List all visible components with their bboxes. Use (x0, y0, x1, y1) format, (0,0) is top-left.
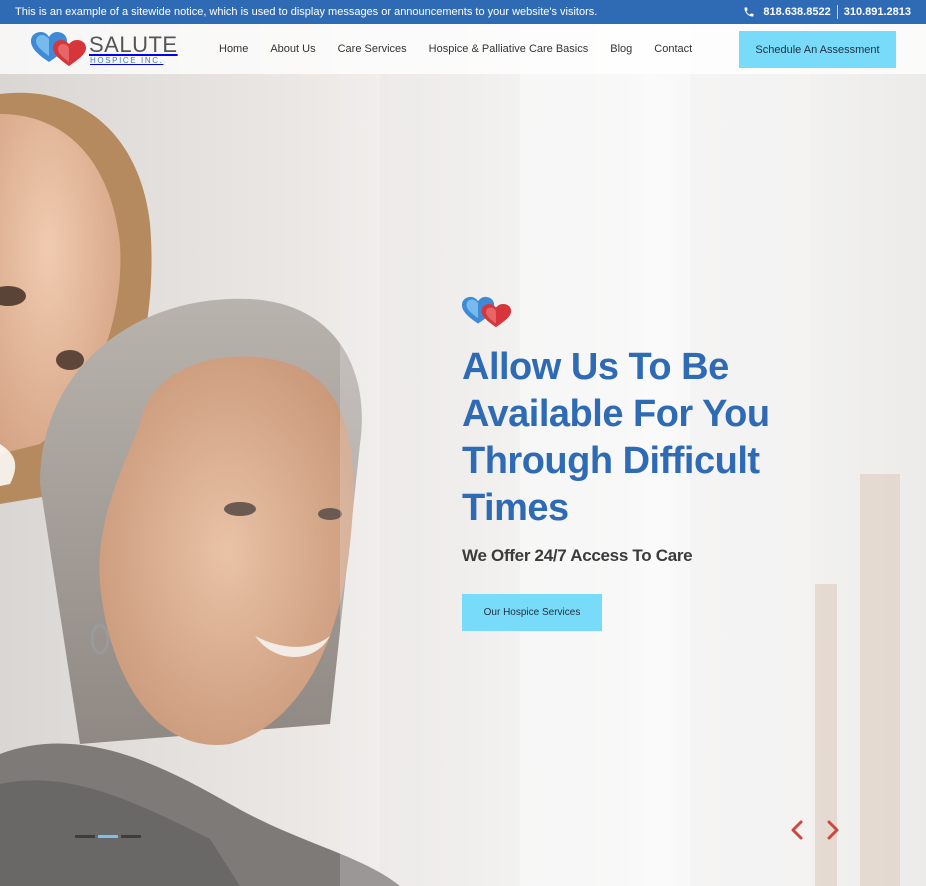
slider-pagination (75, 835, 144, 838)
schedule-assessment-button[interactable]: Schedule An Assessment (739, 31, 896, 68)
hearts-icon (462, 296, 512, 328)
phone-numbers: 818.638.8522 310.891.2813 (743, 5, 911, 19)
site-logo[interactable]: SALUTE HOSPICE INC. (31, 32, 178, 66)
logo-wordmark: SALUTE (89, 31, 178, 57)
nav-item-contact[interactable]: Contact (654, 43, 692, 55)
logo-subtitle: HOSPICE INC. (90, 55, 164, 65)
nav-item-care-services[interactable]: Care Services (338, 43, 407, 55)
hero-content: Allow Us To Be Available For You Through… (462, 295, 842, 631)
our-hospice-services-button[interactable]: Our Hospice Services (462, 594, 602, 631)
phone-separator (836, 5, 838, 19)
nav-item-hospice-palliative-basics[interactable]: Hospice & Palliative Care Basics (429, 43, 589, 55)
site-header: SALUTE HOSPICE INC. Home About Us Care S… (0, 24, 926, 74)
slider-dot-1[interactable] (75, 835, 95, 838)
nav-item-home[interactable]: Home (219, 43, 248, 55)
sitewide-notice-bar: This is an example of a sitewide notice,… (0, 0, 926, 24)
hearts-logo-icon (31, 32, 86, 66)
chevron-right-icon[interactable] (822, 818, 844, 842)
phone-link-secondary[interactable]: 310.891.2813 (844, 6, 911, 18)
hero-subtitle: We Offer 24/7 Access To Care (462, 546, 693, 565)
slider-dot-3[interactable] (121, 835, 141, 838)
notice-text: This is an example of a sitewide notice,… (15, 6, 598, 18)
phone-link-primary[interactable]: 818.638.8522 (763, 6, 830, 18)
slider-dot-2[interactable] (98, 835, 118, 838)
hero-title: Allow Us To Be Available For You Through… (462, 346, 770, 529)
phone-icon (743, 6, 755, 18)
nav-item-about-us[interactable]: About Us (270, 43, 315, 55)
chevron-left-icon[interactable] (786, 818, 808, 842)
nav-item-blog[interactable]: Blog (610, 43, 632, 55)
main-nav: Home About Us Care Services Hospice & Pa… (219, 24, 714, 74)
